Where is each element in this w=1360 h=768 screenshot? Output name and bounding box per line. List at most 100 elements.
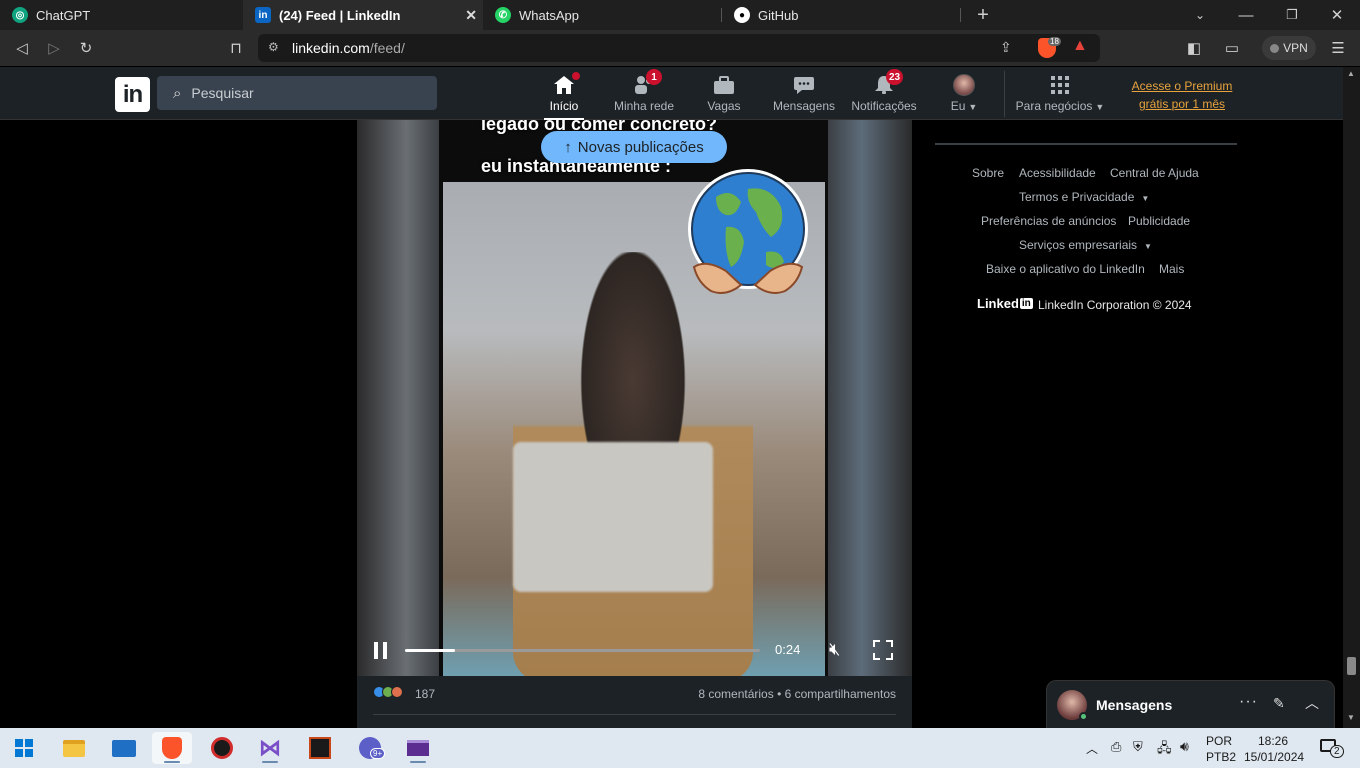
premium-link[interactable]: Acesse o Premium grátis por 1 mês [1126,77,1238,113]
search-icon: ⌕ [173,84,182,102]
brave-icon[interactable] [152,732,192,764]
search-placeholder: Pesquisar [191,85,254,101]
tab-list-chevron-icon[interactable]: ⌄ [1190,5,1210,25]
caret-down-icon: ▼ [1144,242,1152,251]
tab-linkedin[interactable]: in (24) Feed | LinkedIn ✕ [243,0,483,30]
tab-close-icon[interactable]: ✕ [465,7,477,24]
compose-icon[interactable]: ✎ [1273,695,1285,712]
footer-link-more[interactable]: Mais [1159,262,1184,276]
brave-rewards-icon[interactable]: ▲ [1072,37,1088,55]
footer-link-business-services[interactable]: Serviços empresariais ▼ [1019,238,1152,252]
new-posts-button[interactable]: ↑ Novas publicações [541,131,727,163]
tab-github[interactable]: ● GitHub [722,0,960,30]
chat-app-icon[interactable]: 9+ [350,732,390,764]
nav-jobs[interactable]: Vagas [704,67,744,120]
menu-icon[interactable]: ☰ [1328,38,1348,58]
mute-icon[interactable]: 🔇︎ [829,639,840,660]
chevron-up-icon[interactable]: ︿ [1305,693,1319,713]
new-tab-button[interactable]: + [972,4,994,26]
scroll-thumb[interactable] [1347,657,1356,675]
restore-button[interactable]: ❐ [1282,5,1302,25]
minimize-button[interactable]: — [1236,5,1256,25]
notification-center-icon[interactable]: 2 [1318,736,1344,758]
footer-link-ad-preferences[interactable]: Preferências de anúncios [981,214,1116,228]
more-options-icon[interactable]: ··· [1239,693,1258,711]
forward-icon[interactable]: ▷ [44,38,64,58]
tab-whatsapp[interactable]: ✆ WhatsApp [483,0,721,30]
start-button[interactable] [4,732,44,764]
messaging-title: Mensagens [1096,697,1173,713]
linkedin-icon: in [255,7,271,23]
nav-messaging[interactable]: Mensagens [772,67,836,120]
footer-link-get-app[interactable]: Baixe o aplicativo do LinkedIn [986,262,1145,276]
tray-device-icon[interactable]: ⎙ [1111,739,1121,755]
clock-time: 18:26 [1257,734,1289,748]
comments-count[interactable]: 8 comentários [698,687,773,701]
chat-icon [792,74,816,96]
reload-icon[interactable]: ↻ [76,38,96,58]
close-window-button[interactable]: ✕ [1327,5,1347,25]
footer-link-terms[interactable]: Termos e Privacidade ▼ [1019,190,1149,204]
url-bar[interactable]: ⚙ linkedin.com/feed/ ⇪ 18 ▲ [258,34,1100,62]
search-input[interactable]: ⌕ Pesquisar [157,76,437,110]
separator-dot: • [777,687,785,701]
reaction-icons[interactable] [373,686,403,698]
post-video[interactable]: legado ou comer concreto? eu instantanea… [357,120,912,676]
shares-count[interactable]: 6 compartilhamentos [785,687,896,701]
back-icon[interactable]: ◁ [12,38,32,58]
volume-icon[interactable]: 🔊︎ [1180,738,1189,755]
nav-home[interactable]: Início [544,67,584,120]
tray-security-icon[interactable]: ⛨ [1133,739,1143,755]
premium-line-2: grátis por 1 mês [1138,97,1226,111]
nav-network[interactable]: 1 Minha rede [612,67,676,120]
love-reaction-icon [391,686,403,698]
premium-line-1: Acesse o Premium [1131,79,1233,93]
vpn-button[interactable]: VPN [1262,36,1316,60]
input-language[interactable]: POR PTB2 [1206,733,1236,765]
scroll-up-arrow-icon[interactable]: ▲ [1347,69,1355,78]
visual-studio-icon[interactable]: ⋈ [250,732,290,764]
github-icon: ● [734,7,750,23]
sidebar-icon[interactable]: ◧ [1184,38,1204,58]
tab-chatgpt[interactable]: ◎ ChatGPT [0,0,243,30]
reactions-count[interactable]: 187 [415,687,435,701]
home-icon [552,70,582,96]
pause-icon[interactable] [373,641,389,661]
footer-link-about[interactable]: Sobre [972,166,1004,180]
linkedin-logo[interactable]: in [115,77,150,112]
briefcase-icon [712,74,736,96]
terminal-icon[interactable] [398,732,438,764]
page-scrollbar[interactable]: ▲ ▼ [1343,67,1360,728]
windows-taskbar: ⋈ 9+ ︿ ⎙ ⛨ 🖧︎ 🔊︎ POR PTB2 18:26 15/01/20… [0,728,1360,768]
network-icon: 1 [632,69,662,96]
video-progress-bar[interactable] [405,649,760,652]
new-posts-label: Novas publicações [577,138,704,156]
nav-business[interactable]: Para negócios ▼ [1014,67,1106,120]
nav-notifications[interactable]: 23 Notificações [850,67,918,120]
bookmark-icon[interactable]: ⊓ [226,38,246,58]
clock[interactable]: 18:26 15/01/2024 [1244,733,1304,765]
video-progress-fill [405,649,455,652]
nav-me[interactable]: Eu ▼ [946,67,982,120]
game-icon[interactable] [300,732,340,764]
tab-title: ChatGPT [36,7,91,23]
footer-link-help[interactable]: Central de Ajuda [1110,166,1199,180]
video-time: 0:24 [775,642,801,657]
scroll-down-arrow-icon[interactable]: ▼ [1347,713,1355,722]
fullscreen-icon[interactable] [873,640,893,660]
footer-link-accessibility[interactable]: Acessibilidade [1019,166,1096,180]
footer-link-advertising[interactable]: Publicidade [1128,214,1190,228]
messaging-overlay[interactable]: Mensagens ··· ✎ ︿ [1046,680,1335,728]
site-info-icon[interactable]: ⚙ [268,40,279,54]
tray-chevron-up-icon[interactable]: ︿ [1086,740,1098,757]
wallet-icon[interactable]: ▭ [1222,38,1242,58]
nav-label: Eu [950,99,966,113]
copyright-text: LinkedIn Corporation © 2024 [1038,298,1192,312]
share-icon[interactable]: ⇪ [1000,39,1012,56]
mail-icon[interactable] [104,732,144,764]
nav-label: Para negócios [1015,99,1093,113]
shield-app-icon[interactable] [202,732,242,764]
nav-label: Notificações [851,99,917,113]
network-icon[interactable]: 🖧︎ [1157,739,1172,761]
file-explorer-icon[interactable] [54,732,94,764]
